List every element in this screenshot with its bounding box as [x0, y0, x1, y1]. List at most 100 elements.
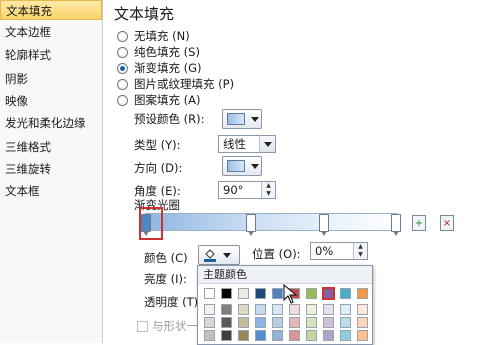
fill-option-label: 无填充 (N) — [134, 29, 190, 43]
color-swatch[interactable] — [255, 317, 266, 328]
color-swatch[interactable] — [272, 288, 283, 299]
theme-colors-title: 主题颜色 — [198, 266, 372, 284]
color-swatch[interactable] — [204, 317, 215, 328]
rotate-with-shape-label: 与形状一 — [152, 319, 198, 333]
color-swatch[interactable] — [340, 330, 351, 341]
nav-item[interactable]: 映像 — [0, 91, 102, 111]
color-swatch[interactable] — [357, 304, 368, 315]
color-swatch[interactable] — [323, 304, 334, 315]
position-label: 位置 (O): — [252, 247, 301, 261]
nav-item[interactable]: 文本框 — [0, 181, 102, 201]
nav-item[interactable]: 阴影 — [0, 69, 102, 89]
nav-item[interactable]: 三维格式 — [0, 137, 102, 157]
nav-item[interactable]: 发光和柔化边缘 — [0, 113, 102, 133]
selected-stop-highlight — [139, 207, 163, 240]
color-swatch[interactable] — [272, 304, 283, 315]
direction-label: 方向 (D): — [134, 161, 183, 175]
gradient-stop[interactable] — [246, 214, 256, 236]
color-swatch[interactable] — [204, 304, 215, 315]
spin-arrows-icon[interactable]: ▲ ▼ — [353, 243, 367, 259]
nav-item[interactable]: 文本填充 — [0, 0, 102, 20]
color-swatch[interactable] — [322, 287, 335, 300]
color-swatch[interactable] — [289, 304, 300, 315]
color-swatch[interactable] — [204, 330, 215, 341]
preset-colors-button[interactable] — [222, 109, 262, 129]
chevron-down-icon — [259, 136, 275, 152]
color-swatch[interactable] — [238, 288, 249, 299]
brightness-label: 亮度 (I): — [144, 272, 187, 286]
color-swatch[interactable] — [238, 304, 249, 315]
gradient-stops-bar[interactable] — [145, 213, 397, 231]
color-swatch[interactable] — [340, 288, 351, 299]
color-swatch[interactable] — [272, 330, 283, 341]
color-swatch[interactable] — [306, 288, 317, 299]
color-swatch[interactable] — [306, 317, 317, 328]
angle-spinner[interactable]: 90° ▲ ▼ — [218, 181, 276, 199]
color-swatch[interactable] — [255, 330, 266, 341]
color-swatch[interactable] — [238, 317, 249, 328]
fill-option-label: 纯色填充 (S) — [134, 45, 200, 59]
color-swatch[interactable] — [340, 304, 351, 315]
color-button[interactable] — [198, 245, 240, 265]
radio-button[interactable] — [117, 46, 128, 58]
color-swatch[interactable] — [357, 288, 368, 299]
color-label: 颜色 (C) — [144, 251, 188, 265]
mouse-cursor-icon — [283, 284, 298, 304]
remove-stop-icon[interactable]: × — [440, 215, 454, 231]
color-swatch[interactable] — [306, 304, 317, 315]
chevron-down-icon — [251, 163, 259, 169]
chevron-down-icon — [251, 116, 259, 122]
fill-option-radio[interactable]: 图案填充 (A) — [117, 92, 201, 108]
color-swatch[interactable] — [289, 317, 300, 328]
radio-button[interactable] — [117, 62, 128, 74]
nav-item[interactable]: 三维旋转 — [0, 159, 102, 179]
color-swatch[interactable] — [221, 330, 232, 341]
type-select[interactable]: 线性 — [218, 135, 276, 153]
direction-button[interactable] — [222, 156, 262, 176]
radio-button[interactable] — [117, 78, 128, 90]
fill-option-radio[interactable]: 纯色填充 (S) — [117, 44, 200, 60]
color-swatch[interactable] — [221, 317, 232, 328]
fill-option-radio[interactable]: 图片或纹理填充 (P) — [117, 76, 234, 92]
gradient-preview-icon — [227, 113, 245, 125]
fill-option-label: 渐变填充 (G) — [134, 61, 202, 75]
radio-button[interactable] — [117, 30, 128, 42]
color-swatch[interactable] — [323, 330, 334, 341]
color-swatch[interactable] — [221, 304, 232, 315]
nav-item[interactable]: 文本边框 — [0, 22, 102, 42]
fill-option-radio[interactable]: 无填充 (N) — [117, 28, 190, 44]
color-swatch[interactable] — [272, 317, 283, 328]
transparency-label: 透明度 (T) — [144, 295, 199, 309]
color-swatch[interactable] — [255, 304, 266, 315]
type-label: 类型 (Y): — [134, 138, 181, 152]
color-swatch[interactable] — [357, 317, 368, 328]
color-swatch[interactable] — [289, 330, 300, 341]
color-swatch[interactable] — [221, 288, 232, 299]
position-value: 0% — [315, 244, 334, 258]
paint-bucket-icon — [203, 248, 217, 262]
position-spinner[interactable]: 0% ▲ ▼ — [310, 242, 368, 260]
fill-option-radio[interactable]: 渐变填充 (G) — [117, 60, 202, 76]
color-swatch[interactable] — [340, 317, 351, 328]
theme-color-popup: 主题颜色 — [197, 265, 373, 345]
color-swatch[interactable] — [306, 330, 317, 341]
color-swatch[interactable] — [357, 330, 368, 341]
color-swatch[interactable] — [323, 317, 334, 328]
color-swatch[interactable] — [204, 288, 215, 299]
spin-arrows-icon[interactable]: ▲ ▼ — [261, 182, 275, 198]
color-swatch[interactable] — [255, 288, 266, 299]
preset-colors-label: 预设颜色 (R): — [134, 112, 205, 126]
gradient-stop[interactable] — [391, 214, 401, 236]
chevron-down-icon — [223, 252, 231, 258]
section-title: 文本填充 — [114, 5, 175, 23]
add-stop-icon[interactable]: + — [412, 215, 426, 231]
color-swatch[interactable] — [238, 330, 249, 341]
angle-value: 90° — [223, 183, 244, 197]
checkbox-box — [137, 320, 148, 332]
gradient-stop[interactable] — [318, 214, 329, 236]
fill-option-label: 图案填充 (A) — [134, 93, 201, 107]
fill-option-label: 图片或纹理填充 (P) — [134, 77, 235, 91]
nav-item[interactable]: 轮廓样式 — [0, 45, 102, 65]
radio-button[interactable] — [117, 94, 128, 106]
rotate-with-shape-checkbox[interactable]: 与形状一 — [137, 318, 198, 334]
